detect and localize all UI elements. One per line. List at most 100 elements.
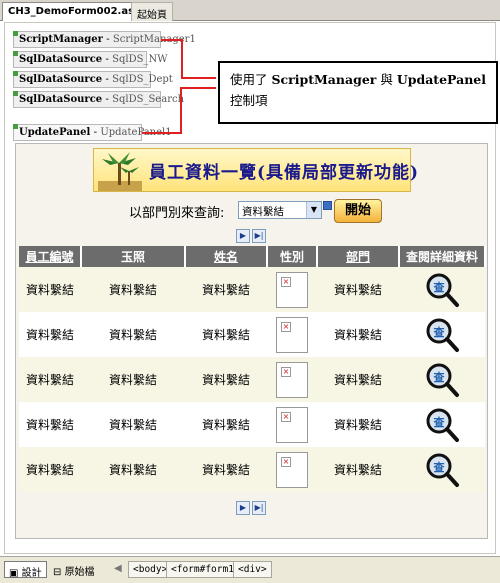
sqldatasource-nw-control[interactable]: SqlDataSource - SqlDS_NW [13, 51, 168, 68]
scroll-left-icon[interactable]: ◀ [110, 561, 126, 578]
updatepanel-control[interactable]: UpdatePanel - UpdatePanel1 [13, 124, 172, 141]
svg-text:查: 查 [434, 280, 445, 294]
palm-tree-icon [98, 152, 142, 191]
magnifier-icon[interactable]: 查 [424, 362, 460, 398]
callout-join: 與 [376, 72, 397, 87]
cell-employee-id: 資料繫結 [19, 267, 81, 312]
cell-name: 資料繫結 [185, 267, 267, 312]
cell-name: 資料繫結 [185, 447, 267, 492]
cell-photo: 資料繫結 [81, 357, 185, 402]
magnifier-icon[interactable]: 查 [424, 272, 460, 308]
cell-department: 資料繫結 [317, 447, 399, 492]
cell-employee-id: 資料繫結 [19, 312, 81, 357]
cell-gender: × [267, 267, 317, 312]
cell-name: 資料繫結 [185, 312, 267, 357]
table-row: 資料繫結 資料繫結 資料繫結 × 資料繫結查 [19, 402, 485, 447]
sqldatasource-search-control[interactable]: SqlDataSource - SqlDS_Search [13, 91, 184, 108]
control-id: ScriptManager1 [112, 34, 196, 45]
magnifier-icon[interactable]: 查 [424, 317, 460, 353]
chevron-down-icon[interactable]: ▼ [306, 202, 321, 218]
cell-details: 查 [399, 447, 485, 492]
pager-bottom: ▶ ▶| [236, 500, 268, 515]
table-row: 資料繫結 資料繫結 資料繫結 × 資料繫結查 [19, 447, 485, 492]
svg-text:查: 查 [434, 460, 445, 474]
column-header-name[interactable]: 姓名 [185, 246, 268, 267]
control-marker-icon [13, 91, 18, 96]
callout-line [180, 87, 182, 134]
broken-image-icon: × [281, 411, 291, 422]
callout-line [180, 87, 216, 89]
banner: 員工資料一覽(具備局部更新功能) [93, 148, 418, 192]
cell-department: 資料繫結 [317, 312, 399, 357]
magnifier-icon[interactable]: 查 [424, 407, 460, 443]
column-header-photo: 玉照 [81, 246, 186, 267]
last-page-icon[interactable]: ▶| [252, 229, 266, 243]
control-marker-icon [13, 71, 18, 76]
tab-start-page[interactable]: 起始頁 [131, 2, 173, 21]
control-marker-icon [13, 124, 18, 129]
broken-image-icon: × [281, 366, 291, 377]
cell-details: 查 [399, 402, 485, 447]
start-button[interactable]: 開始 [334, 199, 382, 223]
updatepanel-content[interactable]: 員工資料一覽(具備局部更新功能) 以部門別來查詢: 資料繫結 ▼ 開始 ▶ ▶| … [15, 143, 488, 539]
column-header-employee-id[interactable]: 員工編號 [19, 246, 82, 267]
department-select[interactable]: 資料繫結 ▼ [238, 201, 322, 219]
cell-employee-id: 資料繫結 [19, 357, 81, 402]
callout-line [181, 39, 183, 79]
callout-line [142, 132, 182, 134]
magnifier-icon[interactable]: 查 [424, 452, 460, 488]
cell-photo: 資料繫結 [81, 267, 185, 312]
employee-gridview: 員工編號 玉照 姓名 性別 部門 查閱詳細資料 資料繫結 資料繫結 資料繫結 × 資料繫… [19, 246, 486, 492]
table-row: 資料繫結 資料繫結 資料繫結 × 資料繫結查 [19, 312, 485, 357]
banner-title: 員工資料一覽(具備局部更新功能) [149, 163, 420, 183]
control-id: SqlDS_NW [112, 54, 168, 65]
breadcrumb-div[interactable]: <div> [233, 561, 272, 578]
last-page-icon[interactable]: ▶| [252, 501, 266, 515]
column-header-gender: 性別 [267, 246, 318, 267]
callout-updatepanel: UpdatePanel [396, 72, 486, 87]
callout-line [161, 39, 183, 41]
cell-gender: × [267, 447, 317, 492]
svg-text:查: 查 [434, 370, 445, 384]
table-row: 資料繫結 資料繫結 資料繫結 × 資料繫結查 [19, 267, 485, 312]
column-header-department[interactable]: 部門 [317, 246, 400, 267]
cell-gender: × [267, 312, 317, 357]
gender-checkbox[interactable]: × [276, 451, 308, 488]
next-page-icon[interactable]: ▶ [236, 501, 250, 515]
design-view-label: 設計 [21, 568, 42, 579]
grid-body: 資料繫結 資料繫結 資料繫結 × 資料繫結查資料繫結 資料繫結 資料繫結 × 資料繫結查資料繫結… [19, 267, 485, 492]
gender-checkbox[interactable]: × [276, 361, 308, 398]
sqldatasource-dept-control[interactable]: SqlDataSource - SqlDS_Dept [13, 71, 173, 88]
cell-department: 資料繫結 [317, 357, 399, 402]
control-id: SqlDS_Dept [112, 74, 173, 85]
grid-header-row: 員工編號 玉照 姓名 性別 部門 查閱詳細資料 [19, 246, 486, 267]
control-separator: - [106, 34, 113, 45]
scriptmanager-control[interactable]: ScriptManager - ScriptManager1 [13, 31, 196, 48]
broken-image-icon: × [281, 456, 291, 467]
cell-gender: × [267, 402, 317, 447]
pager-top: ▶ ▶| [236, 228, 268, 243]
design-view-tab[interactable]: ▣ 設計 [4, 561, 47, 579]
gender-checkbox[interactable]: × [276, 316, 308, 353]
table-row: 資料繫結 資料繫結 資料繫結 × 資料繫結查 [19, 357, 485, 402]
callout-scriptmanager: ScriptManager [271, 72, 377, 87]
control-type: ScriptManager [19, 34, 103, 45]
cell-details: 查 [399, 357, 485, 402]
cell-details: 查 [399, 312, 485, 357]
cell-photo: 資料繫結 [81, 447, 185, 492]
callout-prefix: 使用了 [230, 72, 272, 87]
cell-employee-id: 資料繫結 [19, 447, 81, 492]
control-type: SqlDataSource [19, 74, 103, 85]
view-bar: ▣ 設計 ⊟ 原始檔 ◀ <body> <form#form1> <div> [0, 556, 500, 583]
control-type: SqlDataSource [19, 94, 103, 105]
source-view-tab[interactable]: ⊟ 原始檔 [49, 561, 99, 578]
gender-checkbox[interactable]: × [276, 406, 308, 443]
next-page-icon[interactable]: ▶ [236, 229, 250, 243]
annotation-callout: 使用了 ScriptManager 與 UpdatePanel 控制項 [218, 61, 498, 124]
smart-tag-icon[interactable] [323, 201, 332, 210]
control-marker-icon [13, 31, 18, 36]
design-surface[interactable]: ScriptManager - ScriptManager1 SqlDataSo… [4, 22, 498, 554]
gender-checkbox[interactable]: × [276, 271, 308, 308]
broken-image-icon: × [281, 321, 291, 332]
cell-name: 資料繫結 [185, 402, 267, 447]
